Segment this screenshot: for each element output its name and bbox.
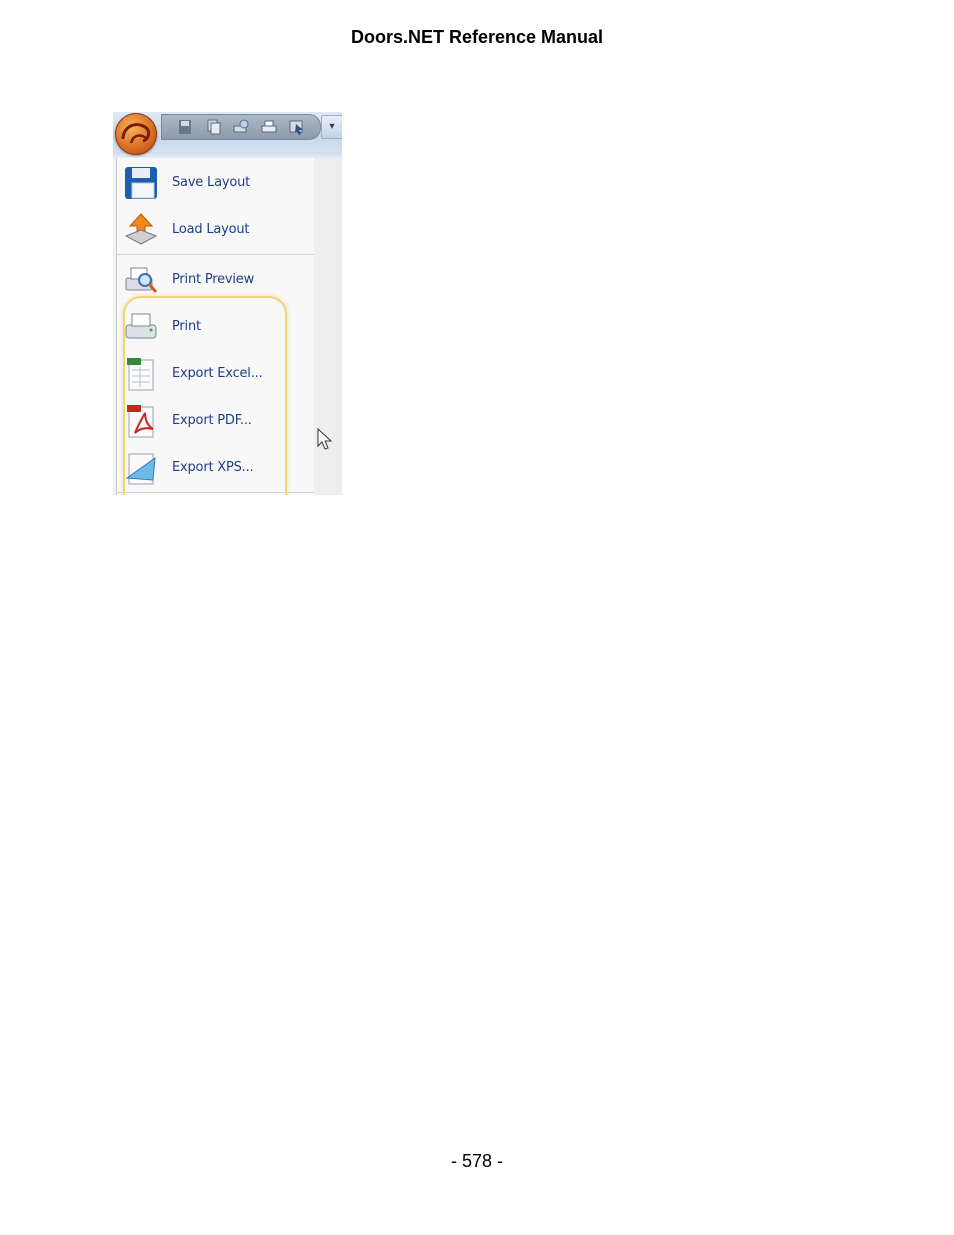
menu-label-print-preview: Print Preview: [172, 272, 255, 287]
export-options-highlight: [123, 296, 287, 495]
menu-item-load-layout[interactable]: Load Layout: [117, 208, 314, 252]
save-icon: [125, 167, 157, 199]
menu-label-load-layout: Load Layout: [172, 222, 250, 237]
page-number: - 578 -: [450, 1151, 504, 1171]
quick-access-toolbar: [161, 114, 321, 140]
print-preview-icon: [125, 267, 158, 293]
save-icon[interactable]: [176, 118, 194, 136]
pointer-tool-icon[interactable]: [288, 118, 306, 136]
copy-icon[interactable]: [204, 118, 222, 136]
menu-separator: [117, 254, 314, 255]
customize-toolbar-dropdown[interactable]: ▾: [321, 115, 342, 139]
application-menu-button[interactable]: [115, 113, 157, 155]
menu-item-save-layout[interactable]: Save Layout: [117, 161, 314, 205]
chevron-down-icon: ▾: [329, 121, 335, 132]
mouse-cursor-icon: [317, 428, 333, 450]
print-preview-icon[interactable]: [232, 118, 250, 136]
page-header-title: Doors.NET Reference Manual: [350, 27, 604, 47]
application-menu: Save Layout Load Layout Print Preview Pr…: [116, 158, 315, 495]
load-icon: [124, 213, 158, 245]
printer-icon[interactable]: [260, 118, 278, 136]
menu-label-save-layout: Save Layout: [172, 175, 251, 190]
app-menu-screenshot: ▾ Save Layout Load Layout Print Preview …: [113, 112, 342, 495]
app-logo-icon: [121, 123, 151, 144]
